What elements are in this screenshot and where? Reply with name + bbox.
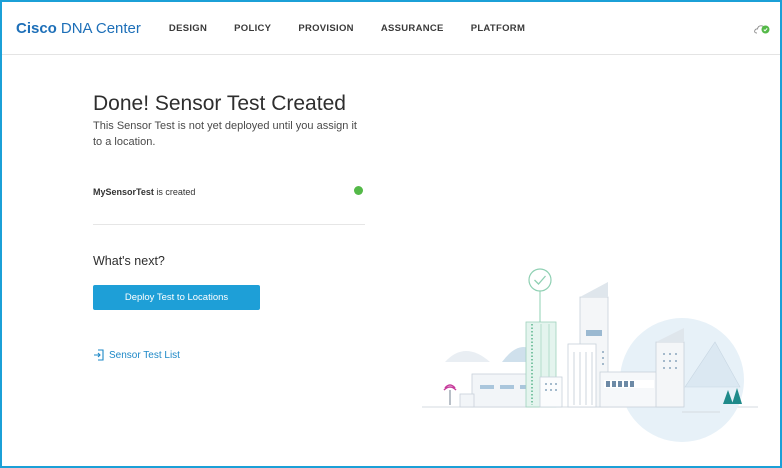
nav-platform[interactable]: PLATFORM [471, 23, 525, 34]
created-status-row: MySensorTest is created [93, 187, 365, 197]
sensor-test-name: MySensorTest [93, 187, 154, 197]
page-title: Done! Sensor Test Created [93, 92, 346, 115]
deploy-test-button[interactable]: Deploy Test to Locations [93, 285, 260, 310]
sensor-test-list-link[interactable]: Sensor Test List [93, 349, 180, 361]
brand-product: DNA Center [60, 19, 141, 37]
brand-cisco: Cisco [16, 19, 57, 37]
nav-policy[interactable]: POLICY [234, 23, 271, 34]
sign-in-icon [94, 349, 104, 361]
sensor-test-list-label: Sensor Test List [109, 349, 180, 361]
section-divider [93, 224, 365, 225]
main-nav: DESIGN POLICY PROVISION ASSURANCE PLATFO… [169, 23, 552, 34]
app-window: Cisco DNA Center DESIGN POLICY PROVISION… [0, 0, 782, 468]
nav-provision[interactable]: PROVISION [298, 23, 354, 34]
created-status-text: is created [153, 187, 196, 197]
cloud-check-icon[interactable] [754, 24, 770, 34]
city-illustration [422, 268, 758, 442]
top-navigation-bar: Cisco DNA Center DESIGN POLICY PROVISION… [2, 2, 780, 55]
nav-design[interactable]: DESIGN [169, 23, 207, 34]
app-logo[interactable]: Cisco DNA Center [16, 20, 141, 37]
page-subtitle: This Sensor Test is not yet deployed unt… [93, 120, 357, 148]
success-status-dot [354, 186, 363, 195]
whats-next-heading: What's next? [93, 254, 165, 268]
nav-assurance[interactable]: ASSURANCE [381, 23, 444, 34]
